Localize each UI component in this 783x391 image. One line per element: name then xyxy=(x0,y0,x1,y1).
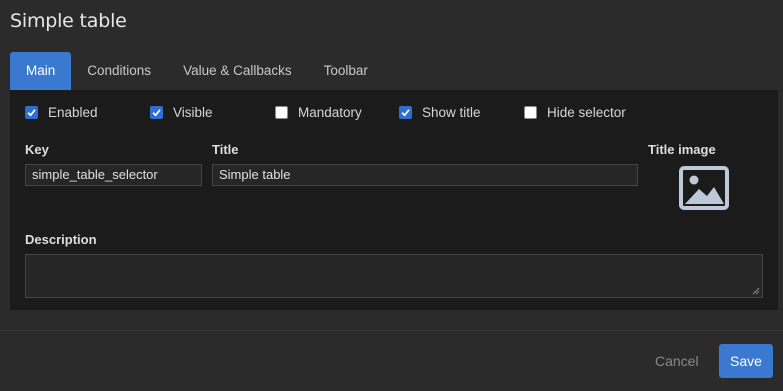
resize-grip-icon[interactable] xyxy=(752,287,760,295)
visible-checkbox[interactable]: Visible xyxy=(150,104,213,120)
checkbox-checked-icon xyxy=(25,105,38,119)
checkbox-checked-icon xyxy=(150,105,163,119)
tab-conditions[interactable]: Conditions xyxy=(71,52,167,90)
tab-value-callbacks[interactable]: Value & Callbacks xyxy=(167,52,308,90)
save-button[interactable]: Save xyxy=(719,344,773,378)
tab-bar: Main Conditions Value & Callbacks Toolba… xyxy=(10,52,384,90)
tab-toolbar[interactable]: Toolbar xyxy=(308,52,384,90)
hide-selector-label: Hide selector xyxy=(547,104,626,120)
tab-main[interactable]: Main xyxy=(10,52,72,90)
cancel-button[interactable]: Cancel xyxy=(645,344,709,378)
show-title-checkbox[interactable]: Show title xyxy=(399,104,481,120)
checkbox-unchecked-icon xyxy=(275,105,288,119)
title-input[interactable]: Simple table xyxy=(212,164,638,186)
description-label: Description xyxy=(25,232,97,247)
visible-label: Visible xyxy=(173,104,213,120)
title-image-label: Title image xyxy=(648,142,716,157)
footer-divider xyxy=(0,330,783,331)
key-label: Key xyxy=(25,142,49,157)
main-tab-panel: Enabled Visible Mandatory Show title Hid… xyxy=(10,90,778,310)
hide-selector-checkbox[interactable]: Hide selector xyxy=(524,104,626,120)
enabled-checkbox[interactable]: Enabled xyxy=(25,104,98,120)
enabled-label: Enabled xyxy=(48,104,98,120)
checkbox-checked-icon xyxy=(399,105,412,119)
title-label: Title xyxy=(212,142,239,157)
description-textarea[interactable] xyxy=(25,254,763,298)
key-input[interactable]: simple_table_selector xyxy=(25,164,202,186)
mandatory-checkbox[interactable]: Mandatory xyxy=(275,104,362,120)
show-title-label: Show title xyxy=(422,104,481,120)
image-placeholder-icon[interactable] xyxy=(678,165,732,213)
checkbox-unchecked-icon xyxy=(524,105,537,119)
dialog-title: Simple table xyxy=(10,10,127,32)
mandatory-label: Mandatory xyxy=(298,104,362,120)
